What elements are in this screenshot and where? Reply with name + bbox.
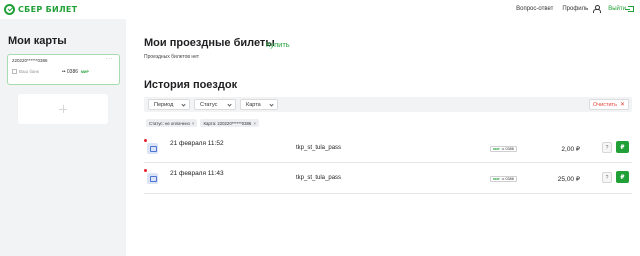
trip-amount: 2,00 ₽	[561, 146, 580, 153]
no-tickets-text: Проездных билетов нет	[144, 54, 200, 60]
clear-filters-label: Очистить	[593, 101, 617, 108]
chevron-down-icon	[227, 102, 232, 107]
trip-card-badge: МИР •• 0386	[490, 176, 517, 182]
page-title: Мои проездные билеты	[144, 37, 275, 49]
trip-date: 21 февраля 11:43	[170, 170, 224, 177]
mir-logo: МИР	[81, 70, 89, 74]
card-number: 220220******0386	[12, 58, 48, 63]
filter-chip-card[interactable]: Карта: 220220******0386 ×	[200, 119, 259, 127]
bank-icon	[12, 69, 17, 74]
trip-card-badge: МИР •• 0386	[490, 146, 517, 152]
nav-faq-link[interactable]: Вопрос-ответ	[516, 6, 553, 12]
history-title: История поездок	[144, 79, 238, 91]
logout-icon	[625, 5, 634, 12]
chip-close-icon[interactable]: ×	[192, 121, 195, 126]
sber-logo-icon	[4, 3, 15, 15]
card-bank: Ваш банк	[12, 69, 39, 74]
filter-status[interactable]: Статус	[194, 99, 236, 110]
trip-route: tkp_st_tula_pass	[296, 175, 342, 181]
card-mask: •• 0386 МИР	[62, 69, 89, 75]
pay-button[interactable]: ₽	[616, 141, 629, 153]
top-nav: Вопрос-ответ Профиль Выйти	[516, 5, 634, 13]
logo-text: СБЕР БИЛЕТ	[18, 4, 78, 14]
filter-period-label: Период	[154, 101, 174, 108]
trip-row[interactable]: 21 февраля 11:52 tkp_st_tula_pass МИР ••…	[144, 138, 632, 160]
pay-button[interactable]: ₽	[616, 171, 629, 183]
filter-card[interactable]: Карта	[240, 99, 278, 110]
trip-date: 21 февраля 11:52	[170, 140, 224, 147]
trip-card-mask: •• 0386	[501, 147, 514, 151]
help-button[interactable]: ?	[602, 172, 612, 183]
sidebar: Мои карты 220220******0386 ··· Ваш банк …	[0, 19, 126, 256]
row-divider	[144, 193, 632, 194]
filter-bar: Период Статус Карта Очистить ✕	[144, 97, 632, 112]
filter-card-label: Карта	[246, 101, 261, 108]
nav-profile-link[interactable]: Профиль	[562, 6, 588, 12]
card-mask-value: •• 0386	[62, 69, 79, 75]
sidebar-title: Мои карты	[8, 35, 67, 47]
logout-link[interactable]: Выйти	[608, 5, 634, 12]
plus-icon	[59, 105, 67, 113]
card-menu-icon[interactable]: ···	[106, 56, 114, 62]
mir-logo: МИР	[493, 177, 500, 181]
help-button[interactable]: ?	[602, 142, 612, 153]
chip-close-icon[interactable]: ×	[253, 121, 256, 126]
top-header: СБЕР БИЛЕТ Вопрос-ответ Профиль Выйти	[0, 0, 640, 19]
unpaid-indicator	[144, 139, 147, 142]
trip-card-mask: •• 0386	[501, 177, 514, 181]
filter-chip-label: Карта: 220220******0386	[203, 120, 252, 126]
filter-status-label: Статус	[200, 101, 218, 108]
row-divider	[144, 162, 632, 163]
logout-label: Выйти	[608, 5, 626, 12]
user-icon[interactable]	[593, 5, 602, 13]
mir-logo: МИР	[493, 147, 500, 151]
logo[interactable]: СБЕР БИЛЕТ	[4, 3, 77, 15]
close-icon: ✕	[619, 101, 625, 108]
trip-route: tkp_st_tula_pass	[296, 145, 342, 151]
unpaid-indicator	[144, 169, 147, 172]
bank-card[interactable]: 220220******0386 ··· Ваш банк •• 0386 МИ…	[7, 54, 120, 85]
chevron-down-icon	[269, 102, 274, 107]
buy-link[interactable]: Купить	[266, 40, 290, 49]
transport-icon	[147, 143, 158, 154]
transport-icon	[147, 173, 158, 184]
add-card-button[interactable]	[18, 94, 108, 124]
trip-row[interactable]: 21 февраля 11:43 tkp_st_tula_pass МИР ••…	[144, 168, 632, 190]
filter-chip-label: Статус: не оплачено	[149, 120, 190, 126]
filter-chip-status[interactable]: Статус: не оплачено ×	[146, 119, 198, 127]
clear-filters-button[interactable]: Очистить ✕	[589, 99, 629, 110]
active-filter-chips: Статус: не оплачено × Карта: 220220*****…	[146, 119, 259, 127]
filter-period[interactable]: Период	[148, 99, 190, 110]
trip-amount: 25,00 ₽	[557, 176, 580, 183]
card-bank-label: Ваш банк	[19, 69, 39, 74]
chevron-down-icon	[181, 102, 186, 107]
